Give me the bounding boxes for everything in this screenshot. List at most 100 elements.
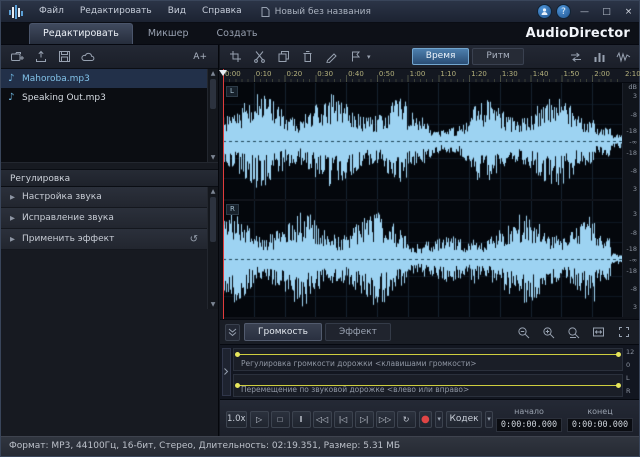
beat-mode-button[interactable]: Ритм bbox=[472, 48, 523, 65]
automation-expander[interactable] bbox=[222, 348, 231, 396]
zoom-in-icon[interactable] bbox=[538, 323, 559, 342]
playhead-marker[interactable] bbox=[219, 70, 227, 76]
db-scale-label: -8 bbox=[631, 230, 637, 237]
maximize-button[interactable]: □ bbox=[596, 4, 617, 20]
fit-to-window-icon[interactable] bbox=[588, 323, 609, 342]
menu-edit[interactable]: Редактировать bbox=[72, 1, 160, 22]
menu-file[interactable]: Файл bbox=[31, 1, 72, 22]
pencil-icon[interactable] bbox=[321, 47, 342, 66]
ruler-tick-label: 0:30 bbox=[317, 70, 333, 78]
ruler-tick-label: 1:30 bbox=[502, 70, 518, 78]
tab-volume[interactable]: Громкость bbox=[244, 323, 322, 341]
stop-button[interactable]: □ bbox=[271, 411, 290, 428]
playhead-line[interactable] bbox=[223, 69, 224, 319]
help-icon[interactable]: ? bbox=[556, 4, 571, 19]
expander-icon: ▶ bbox=[10, 235, 15, 243]
marker-icon[interactable] bbox=[345, 47, 366, 66]
ruler-tick-label: 2:00 bbox=[594, 70, 610, 78]
music-note-icon: ♪ bbox=[8, 92, 16, 103]
file-list-item[interactable]: ♪ Speaking Out.mp3 bbox=[1, 88, 218, 107]
db-scale-label: -8 bbox=[631, 112, 637, 119]
tab-effect[interactable]: Эффект bbox=[325, 323, 391, 341]
playback-speed-button[interactable]: 1.0x bbox=[226, 411, 247, 428]
start-time-column: начало 0:00:00.000 bbox=[496, 407, 562, 432]
db-scale-label: 3 bbox=[633, 93, 637, 100]
waveform-view-icon[interactable] bbox=[613, 47, 634, 66]
tab-edit[interactable]: Редактировать bbox=[29, 23, 133, 44]
db-scale-label: -8 bbox=[631, 168, 637, 175]
close-button[interactable]: × bbox=[618, 4, 639, 20]
file-list-item[interactable]: ♪ Mahoroba.mp3 bbox=[1, 69, 218, 88]
trim-icon[interactable] bbox=[225, 47, 246, 66]
tab-create[interactable]: Создать bbox=[204, 24, 271, 44]
scroll-down-icon[interactable]: ▼ bbox=[208, 154, 218, 161]
marker-dropdown-icon[interactable]: ▾ bbox=[367, 53, 371, 61]
channel-label-r: R bbox=[226, 204, 239, 215]
loop-button[interactable]: ↻ bbox=[397, 411, 416, 428]
play-button[interactable]: ▷ bbox=[250, 411, 269, 428]
file-name: Speaking Out.mp3 bbox=[22, 93, 106, 103]
end-time-field[interactable]: 0:00:00.000 bbox=[567, 418, 633, 432]
start-time-field[interactable]: 0:00:00.000 bbox=[496, 418, 562, 432]
timeline-ruler[interactable]: 0:000:100:200:300:400:501:001:101:201:30… bbox=[223, 69, 639, 83]
automation-lane-0[interactable]: Регулировка громкости дорожки <клавишами… bbox=[233, 348, 623, 371]
media-panel: A+ ♪Mahoroba.mp3♪Speaking Out.mp3 ▲ ▼ Ре… bbox=[1, 45, 219, 436]
tab-mixer[interactable]: Микшер bbox=[135, 24, 202, 44]
record-options-dropdown[interactable]: ▾ bbox=[435, 411, 443, 428]
zoom-selection-icon[interactable] bbox=[563, 323, 584, 342]
scrollbar-thumb[interactable] bbox=[210, 197, 216, 242]
music-note-icon: ♪ bbox=[8, 73, 16, 84]
collapse-panel-button[interactable] bbox=[225, 324, 240, 341]
app-logo-icon bbox=[5, 3, 31, 21]
waveform-left-channel[interactable] bbox=[223, 83, 623, 199]
swap-channels-icon[interactable] bbox=[565, 47, 586, 66]
step-forward-button[interactable]: ▷| bbox=[355, 411, 374, 428]
scroll-up-icon[interactable]: ▲ bbox=[208, 188, 218, 195]
scrollbar-thumb[interactable] bbox=[210, 79, 216, 109]
delete-icon[interactable] bbox=[297, 47, 318, 66]
copy-icon[interactable] bbox=[273, 47, 294, 66]
codec-button[interactable]: Кодек bbox=[446, 411, 482, 428]
scroll-up-icon[interactable]: ▲ bbox=[208, 70, 218, 77]
file-list-scrollbar[interactable]: ▲ ▼ bbox=[207, 69, 218, 162]
automation-lane-1[interactable]: Перемещение по звуковой дорожке <влево и… bbox=[233, 374, 623, 397]
pause-button[interactable]: ‖ bbox=[292, 411, 311, 428]
fast-forward-button[interactable]: ▷▷ bbox=[376, 411, 395, 428]
fullscreen-icon[interactable] bbox=[613, 323, 634, 342]
adjust-scrollbar[interactable]: ▲ ▼ bbox=[207, 187, 218, 309]
step-back-button[interactable]: |◁ bbox=[334, 411, 353, 428]
file-name: Mahoroba.mp3 bbox=[22, 74, 90, 84]
time-mode-button[interactable]: Время bbox=[412, 48, 470, 65]
adjust-item-1[interactable]: ▶Исправление звука bbox=[1, 208, 207, 229]
import-media-button[interactable] bbox=[6, 47, 27, 66]
document-icon bbox=[260, 6, 271, 18]
adjust-item-0[interactable]: ▶Настройка звука bbox=[1, 187, 207, 208]
rewind-button[interactable]: ◁◁ bbox=[313, 411, 332, 428]
ruler-tick-label: 2:10 bbox=[625, 70, 640, 78]
codec-dropdown[interactable]: ▾ bbox=[485, 411, 493, 428]
menu-help[interactable]: Справка bbox=[194, 1, 250, 22]
db-scale: dB3-8-18-∞-18-833-8-18-∞-18-83 bbox=[622, 83, 639, 317]
minimize-button[interactable]: — bbox=[574, 4, 595, 20]
text-to-speech-button[interactable]: A+ bbox=[187, 50, 213, 64]
zoom-out-icon[interactable] bbox=[513, 323, 534, 342]
expander-icon: ▶ bbox=[10, 193, 15, 201]
record-button[interactable]: ● bbox=[419, 411, 432, 428]
status-bar: Формат: MP3, 44100Гц, 16-бит, Стерео, Дл… bbox=[1, 436, 639, 456]
reset-icon[interactable]: ↺ bbox=[190, 234, 198, 245]
spectrum-view-icon[interactable] bbox=[589, 47, 610, 66]
export-button[interactable] bbox=[30, 47, 51, 66]
editing-toolbar: ▾ Время Ритм bbox=[220, 45, 639, 69]
account-icon[interactable] bbox=[537, 4, 552, 19]
cloud-upload-icon[interactable] bbox=[78, 47, 99, 66]
waveform-right-channel[interactable] bbox=[223, 201, 623, 317]
save-library-button[interactable] bbox=[54, 47, 75, 66]
ruler-tick-label: 0:40 bbox=[348, 70, 364, 78]
scroll-down-icon[interactable]: ▼ bbox=[208, 301, 218, 308]
adjust-items: ▶Настройка звука▶Исправление звука▶Приме… bbox=[1, 187, 207, 250]
automation-line[interactable] bbox=[236, 354, 620, 355]
menu-view[interactable]: Вид bbox=[160, 1, 194, 22]
document-title: Новый без названия bbox=[275, 7, 371, 17]
scissors-icon[interactable] bbox=[249, 47, 270, 66]
adjust-item-2[interactable]: ▶Применить эффект↺ bbox=[1, 229, 207, 250]
